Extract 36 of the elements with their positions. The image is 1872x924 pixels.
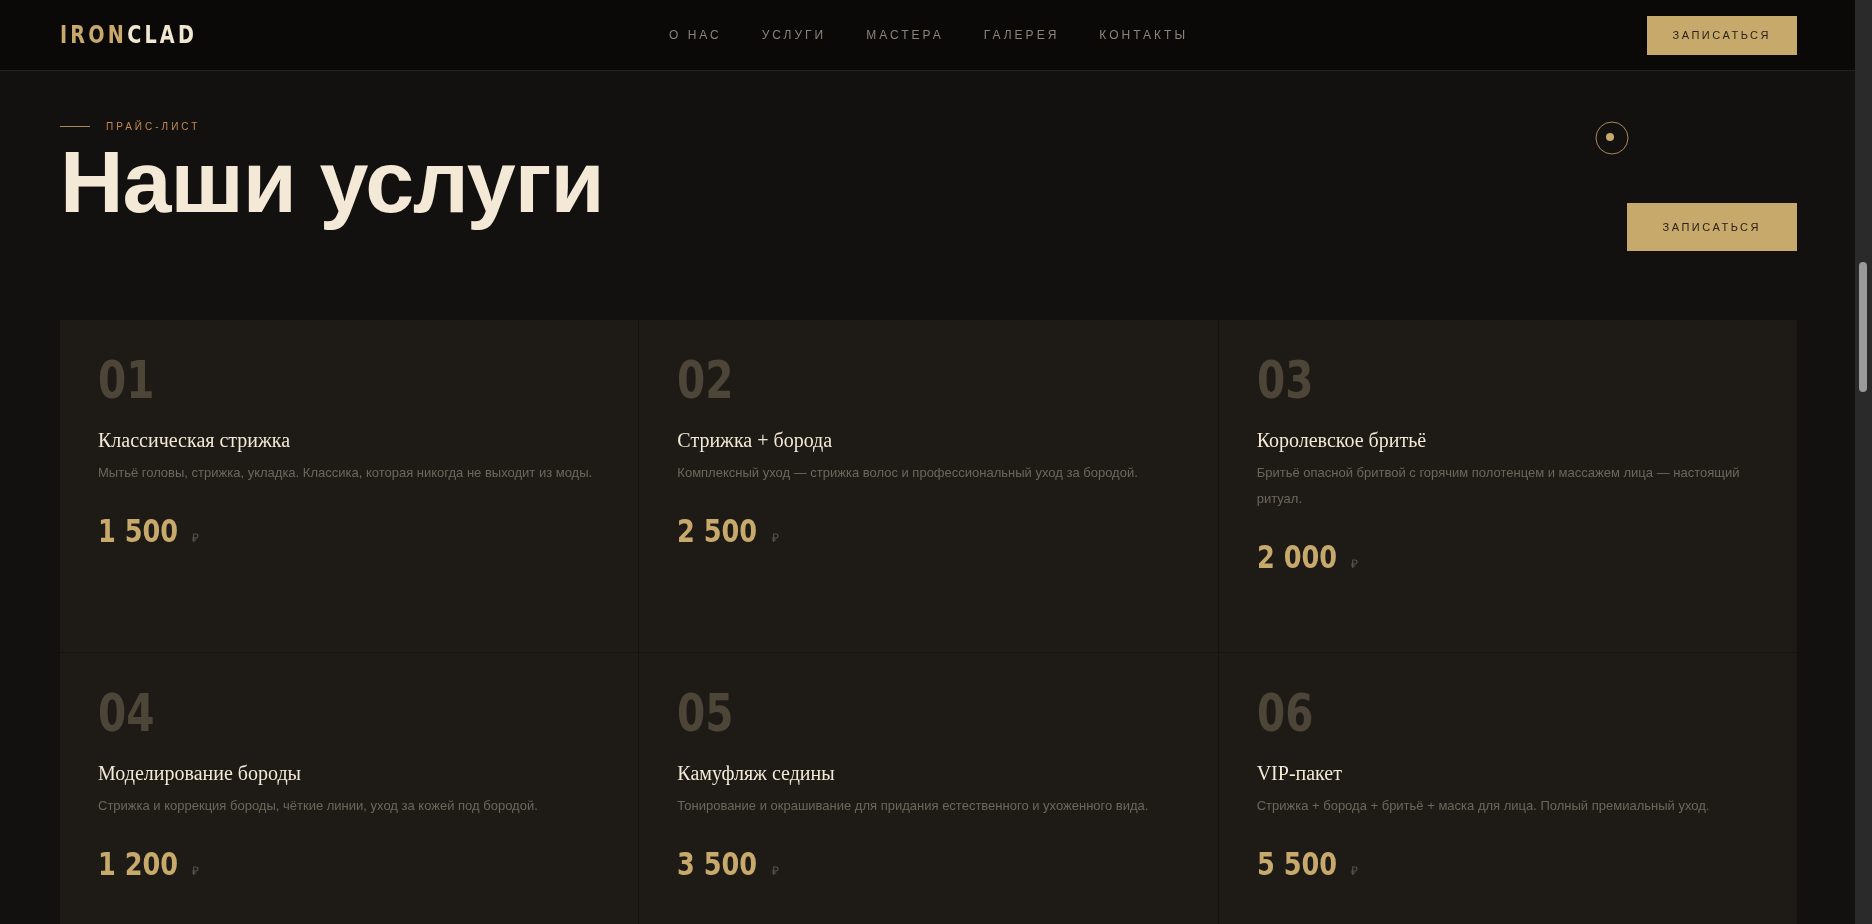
- service-price: 2 000: [1256, 538, 1337, 577]
- service-title: Королевское бритьё: [1256, 429, 1428, 453]
- nav-link[interactable]: КОНТАКТЫ: [1099, 28, 1189, 42]
- service-price: 1 200: [98, 845, 179, 884]
- service-description: Стрижка + борода + бритьё + маска для лица. Полный премиальный уход.: [1256, 797, 1711, 816]
- logo[interactable]: IRON CLAD: [60, 21, 198, 49]
- service-price: 2 500: [677, 512, 758, 551]
- service-description: Бритьё опасной бритвой с горячим полотенцем и массажем лица — настоящий ритуал.: [1256, 464, 1741, 509]
- service-description: Мытьё головы, стрижка, укладка. Классика, которая никогда не выходит из моды.: [98, 464, 594, 483]
- section-title: Наши услуги: [60, 136, 604, 229]
- nav-link[interactable]: ГАЛЕРЕЯ: [983, 28, 1060, 42]
- service-title: Камуфляж седины: [677, 762, 836, 786]
- service-title: Стрижка + борода: [677, 429, 834, 453]
- service-description: Тонирование и окрашивание для придания естественного и ухоженного вида.: [677, 797, 1150, 816]
- nav-link[interactable]: УСЛУГИ: [761, 28, 827, 42]
- currency-sign: ₽: [192, 863, 200, 880]
- service-title: VIP-пакет: [1256, 762, 1343, 786]
- currency-sign: ₽: [771, 863, 779, 880]
- book-button[interactable]: ЗАПИСАТЬСЯ: [1626, 203, 1797, 251]
- service-price: 3 500: [677, 845, 758, 884]
- service-title: Моделирование бороды: [98, 762, 302, 786]
- nav-link[interactable]: О НАС: [668, 28, 722, 42]
- scrollbar[interactable]: [1855, 0, 1872, 924]
- currency-sign: ₽: [1350, 863, 1358, 880]
- nav-link[interactable]: МАСТЕРА: [866, 28, 944, 42]
- service-title: Классическая стрижка: [98, 429, 292, 453]
- service-description: Комплексный уход — стрижка волос и профессиональный уход за бородой.: [677, 464, 1139, 483]
- service-price: 5 500: [1256, 845, 1337, 884]
- book-button[interactable]: ЗАПИСАТЬСЯ: [1646, 15, 1797, 55]
- service-description: Стрижка и коррекция бороды, чёткие линии, уход за кожей под бородой.: [98, 797, 539, 816]
- dot-circle-icon: [1595, 121, 1629, 155]
- currency-sign: ₽: [192, 530, 200, 547]
- eyebrow-label: ПРАЙС-ЛИСТ: [106, 121, 201, 132]
- service-price: 1 500: [98, 512, 179, 551]
- currency-sign: ₽: [771, 530, 779, 547]
- currency-sign: ₽: [1350, 556, 1358, 573]
